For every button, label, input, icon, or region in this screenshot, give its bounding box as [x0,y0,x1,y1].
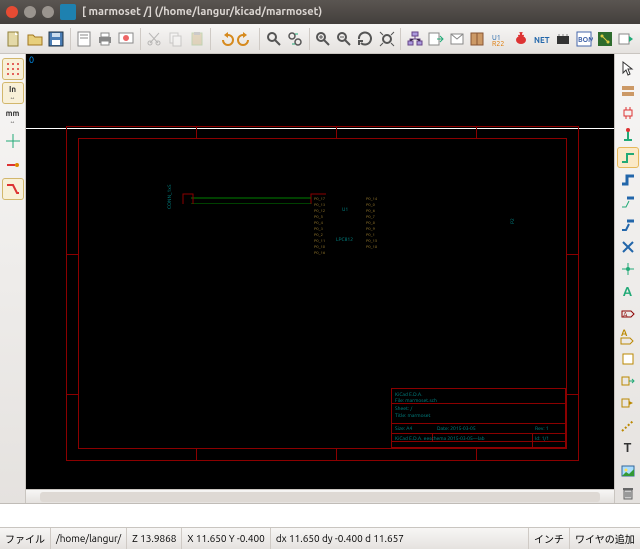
units-mm-button[interactable]: mm↔ [2,106,24,128]
right-connector-ref: P2 [509,218,515,224]
place-bus-button[interactable] [617,170,639,190]
place-sheet-pin-button[interactable] [617,393,639,413]
bom-button[interactable]: BOM [574,27,593,51]
delete-button[interactable] [617,483,639,503]
status-file-path: /home/langur/ [51,528,127,549]
svg-text:NET: NET [534,36,550,45]
cvpcb-button[interactable] [553,27,572,51]
print-button[interactable] [96,27,115,51]
title-block: KiCad E.D.A. File: marmoset.sch Sheet: /… [391,388,566,448]
place-text-button[interactable]: T [617,438,639,458]
svg-text:A: A [623,311,628,319]
place-global-label-button[interactable]: A [617,304,639,324]
svg-text:BOM: BOM [578,36,593,44]
status-dxy: dx 11.650 dy -0.400 d 11.657 [271,528,529,549]
copy-button[interactable] [166,27,185,51]
select-tool-button[interactable] [617,58,639,78]
window-close-icon[interactable] [6,6,18,18]
cursor-shape-button[interactable] [2,130,24,152]
place-noconnect-button[interactable] [617,237,639,257]
place-net-label-button[interactable]: A [617,282,639,302]
app-icon [60,4,76,20]
place-bus-to-bus-button[interactable] [617,215,639,235]
schematic-canvas[interactable]: 0 [26,54,614,489]
library-browser-button[interactable] [469,27,488,51]
save-button[interactable] [46,27,65,51]
place-wire-to-bus-button[interactable] [617,192,639,212]
place-hier-label-button[interactable]: A [617,326,639,346]
place-junction-button[interactable] [617,259,639,279]
leave-sheet-button[interactable] [426,27,445,51]
right-toolbar: A A A T [614,54,640,503]
page-settings-button[interactable] [74,27,93,51]
horizontal-scrollbar[interactable] [26,489,614,503]
ic-reference: U1 [342,206,348,212]
main-toolbar: U1R22 NET BOM [0,24,640,54]
erc-button[interactable] [511,27,530,51]
zoom-in-button[interactable] [313,27,332,51]
paste-button[interactable] [187,27,206,51]
pcbnew-button[interactable] [596,27,615,51]
svg-text:A: A [621,328,628,338]
place-image-button[interactable] [617,460,639,480]
left-connector-ref: CONN_1x5 [166,184,172,209]
grid-toggle-button[interactable] [2,58,24,80]
status-xy: X 11.650 Y -0.400 [182,528,270,549]
status-zoom: Z 13.9868 [127,528,182,549]
window-title: [ marmoset /] (/home/langur/kicad/marmos… [82,6,322,18]
window-minimize-icon[interactable] [24,6,36,18]
ic-value: LPC812 [336,236,353,242]
place-power-button[interactable] [617,125,639,145]
cut-button[interactable] [145,27,164,51]
zoom-fit-button[interactable] [377,27,396,51]
open-button[interactable] [25,27,44,51]
library-editor-button[interactable] [447,27,466,51]
hierarchy-nav-button[interactable] [405,27,424,51]
find-replace-button[interactable] [285,27,304,51]
units-inches-button[interactable]: In↔ [2,82,24,104]
netlist-button[interactable]: NET [532,27,551,51]
status-bar: ファイル /home/langur/ Z 13.9868 X 11.650 Y … [0,527,640,549]
bus-direction-button[interactable] [2,178,24,200]
backannotate-button[interactable] [617,27,636,51]
status-file-label: ファイル [0,528,51,549]
zoom-redraw-button[interactable] [356,27,375,51]
svg-text:R22: R22 [492,40,504,48]
left-toolbar: In↔ mm↔ [0,54,26,503]
status-unit: インチ [529,528,570,549]
zoom-out-button[interactable] [335,27,354,51]
place-line-button[interactable] [617,416,639,436]
new-schematic-button[interactable] [4,27,23,51]
plot-button[interactable] [117,27,136,51]
window-titlebar: [ marmoset /] (/home/langur/kicad/marmos… [0,0,640,24]
find-button[interactable] [264,27,283,51]
place-component-button[interactable] [617,103,639,123]
window-maximize-icon[interactable] [42,6,54,18]
hidden-pins-button[interactable] [2,154,24,176]
highlight-net-button[interactable] [617,80,639,100]
schematic-drawing [26,54,326,204]
message-panel [0,503,640,527]
import-sheet-pin-button[interactable] [617,371,639,391]
annotate-button[interactable]: U1R22 [490,27,509,51]
place-sheet-button[interactable] [617,349,639,369]
status-hint: ワイヤの追加 [570,528,640,549]
place-wire-button[interactable] [617,147,639,168]
redo-button[interactable] [236,27,255,51]
undo-button[interactable] [215,27,234,51]
